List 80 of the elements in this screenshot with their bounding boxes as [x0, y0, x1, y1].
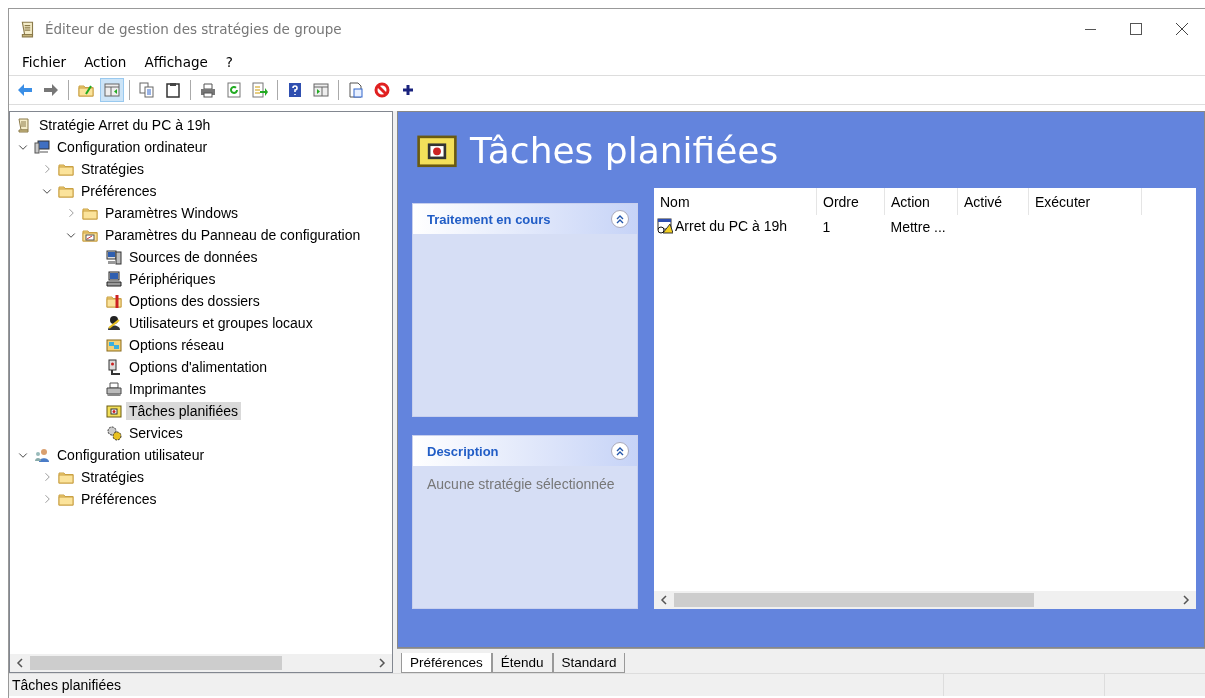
- card-title: Description: [427, 443, 499, 459]
- column-header[interactable]: Action: [884, 188, 958, 215]
- double-chevron-up-icon: [615, 214, 625, 224]
- tab[interactable]: Étendu: [491, 653, 553, 673]
- computer-icon: [34, 139, 50, 155]
- scrollbar[interactable]: [654, 591, 1196, 609]
- card-title: Traitement en cours: [427, 211, 551, 227]
- tab[interactable]: Préférences: [401, 653, 492, 673]
- server-icon: [106, 249, 122, 265]
- panel-icon: [313, 82, 329, 98]
- folder-icon: [58, 183, 74, 199]
- tree-item[interactable]: Stratégie Arret du PC à 19h: [36, 116, 214, 134]
- scroll-icon: [16, 117, 32, 133]
- folder-icon: [82, 227, 98, 243]
- chevron-right-icon[interactable]: [1182, 595, 1190, 605]
- chevron-right-icon[interactable]: [378, 658, 386, 668]
- table-cell: Mettre ...: [890, 219, 946, 235]
- tree-item[interactable]: Configuration ordinateur: [54, 138, 211, 156]
- tree-item[interactable]: Options d'alimentation: [126, 358, 271, 376]
- tree-item[interactable]: Utilisateurs et groupes locaux: [126, 314, 316, 332]
- folder-icon: [82, 205, 98, 221]
- tree-item[interactable]: Services: [126, 424, 186, 442]
- table-cell: Arret du PC à 19h: [675, 217, 788, 234]
- forward-icon: [43, 82, 59, 98]
- column-header[interactable]: Ordre: [816, 188, 885, 215]
- menu-item[interactable]: Affichage: [135, 54, 217, 70]
- table-cell: 1: [822, 219, 831, 235]
- printer-icon: [106, 381, 122, 397]
- printer-icon: [200, 82, 216, 98]
- column-header[interactable]: Activé: [957, 188, 1029, 215]
- window-title: Éditeur de gestion des stratégies de groupe: [45, 21, 343, 37]
- folder-icon: [58, 491, 74, 507]
- clipboard-icon: [165, 82, 181, 98]
- stop-icon: [374, 82, 390, 98]
- menu-item[interactable]: Action: [75, 54, 136, 70]
- menu-item[interactable]: ?: [216, 54, 242, 70]
- back-icon: [17, 82, 33, 98]
- folder-icon: [58, 469, 74, 485]
- folder-icon: [78, 82, 94, 98]
- tree-item[interactable]: Imprimantes: [126, 380, 210, 398]
- tab[interactable]: Standard: [552, 653, 626, 673]
- chevron-left-icon[interactable]: [16, 658, 24, 668]
- tree-item[interactable]: Paramètres du Panneau de configuration: [102, 226, 364, 244]
- status-text: Tâches planifiées: [11, 677, 122, 693]
- scrollbar[interactable]: [10, 654, 392, 672]
- folder-icon: [106, 293, 122, 309]
- menu-item[interactable]: Fichier: [13, 54, 76, 70]
- refresh-icon: [226, 82, 242, 98]
- column-header[interactable]: Nom: [654, 188, 817, 215]
- tree-item[interactable]: Tâches planifiées: [126, 402, 241, 420]
- computer-icon: [106, 271, 122, 287]
- double-chevron-up-icon: [615, 446, 625, 456]
- tree-item[interactable]: Paramètres Windows: [102, 204, 242, 222]
- help-icon: [287, 82, 303, 98]
- tree-item[interactable]: Options des dossiers: [126, 292, 263, 310]
- export-icon: [252, 82, 268, 98]
- tree-item[interactable]: Périphériques: [126, 270, 219, 288]
- tree-item[interactable]: Stratégies: [78, 468, 148, 486]
- card-text: Aucune stratégie sélectionnée: [427, 476, 616, 492]
- tree-item[interactable]: Préférences: [78, 182, 160, 200]
- task-icon: [657, 217, 673, 234]
- plus-icon: [400, 82, 416, 98]
- column-header[interactable]: Exécuter: [1028, 188, 1142, 215]
- copy-icon: [139, 82, 155, 98]
- tree-item[interactable]: Configuration utilisateur: [54, 446, 208, 464]
- gear-icon: [106, 425, 122, 441]
- tree-item[interactable]: Préférences: [78, 490, 160, 508]
- page-title: Tâches planifiées: [470, 129, 779, 171]
- tree-item[interactable]: Stratégies: [78, 160, 148, 178]
- document-icon: [348, 82, 364, 98]
- task-icon: [106, 403, 122, 419]
- chevron-left-icon[interactable]: [660, 595, 668, 605]
- tree-item[interactable]: Sources de données: [126, 248, 261, 266]
- panel-icon: [104, 82, 120, 98]
- close-icon: [1176, 23, 1188, 35]
- network-icon: [106, 337, 122, 353]
- collapse-button[interactable]: [611, 442, 629, 460]
- folder-icon: [58, 161, 74, 177]
- tree-item[interactable]: Options réseau: [126, 336, 227, 354]
- collapse-button[interactable]: [611, 210, 629, 228]
